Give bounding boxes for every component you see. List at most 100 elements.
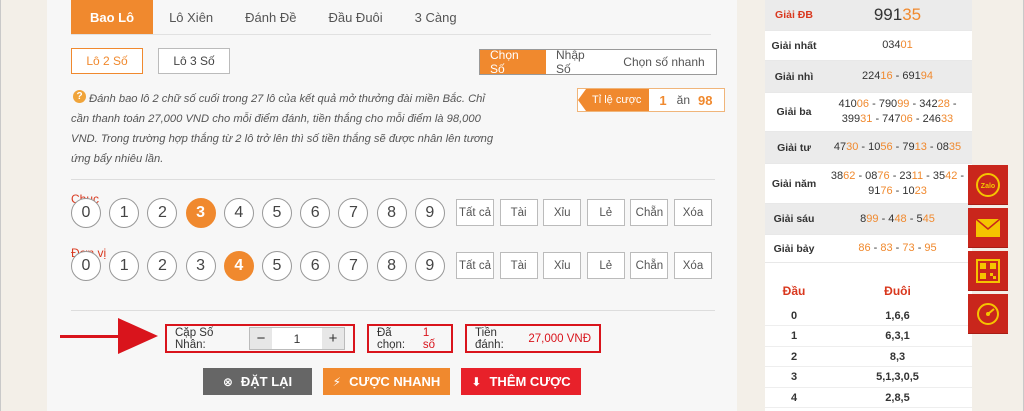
prize-digits: - 342	[909, 98, 938, 110]
nhap-so-button[interactable]: Nhập Số	[546, 48, 612, 76]
quick-select-button[interactable]: Chẵn	[630, 252, 669, 279]
loto-row: 3 5,1,3,0,5	[765, 368, 972, 388]
prize-digits: - 79	[892, 141, 915, 153]
multiplier-input[interactable]: 1	[272, 332, 322, 346]
divider	[71, 310, 715, 311]
digit-button[interactable]: 0	[71, 198, 101, 228]
prize-digits-highlight: 94	[920, 70, 933, 82]
chon-so-nhanh-button[interactable]: Chọn số nhanh	[612, 50, 716, 74]
quick-select-button[interactable]: Tài	[499, 199, 538, 226]
digit-button[interactable]: 8	[376, 251, 407, 281]
prize-digits: 91	[868, 184, 881, 197]
loto-tail-digits: 2,8,5	[885, 391, 910, 404]
quick-select-button[interactable]: Tất cả	[456, 199, 494, 226]
digit-button[interactable]: 5	[262, 251, 292, 281]
prize-digits-highlight: 31	[860, 113, 873, 125]
digit-button[interactable]: 9	[414, 251, 445, 281]
prize-digits-highlight: 11	[911, 169, 924, 182]
lightning-icon: ⚡	[332, 374, 342, 389]
quick-select-button[interactable]: Xóa	[674, 199, 712, 226]
prize-digits: 224	[862, 70, 881, 82]
prize-digits-highlight: 33	[940, 113, 954, 125]
zalo-icon: Zalo	[976, 172, 1000, 197]
digit-button[interactable]: 7	[338, 198, 369, 228]
qr-icon	[976, 258, 1000, 283]
loto-head-digit: 4	[790, 391, 798, 404]
digit-button[interactable]: 6	[300, 198, 331, 228]
zalo-button[interactable]: Zalo	[968, 165, 1008, 205]
chon-so-button[interactable]: Chọn Số	[480, 48, 546, 76]
quick-select-button[interactable]: Chẵn	[630, 199, 669, 226]
prize-line: 22416 - 69194	[823, 69, 972, 84]
quick-select-button[interactable]: Xỉu	[543, 252, 582, 279]
tab-3-cang[interactable]: 3 Càng	[399, 0, 473, 34]
svg-text:Zalo: Zalo	[981, 183, 995, 190]
prize-name: Giải ĐB	[775, 9, 813, 21]
speed-button[interactable]	[968, 294, 1008, 334]
tab-lo-xien[interactable]: Lô Xiên	[153, 0, 229, 34]
quick-select-button[interactable]: Xỉu	[543, 199, 582, 226]
digit-button[interactable]: 8	[376, 198, 407, 228]
digit-button[interactable]: 2	[147, 251, 178, 281]
quick-bet-button[interactable]: ⚡ CƯỢC NHANH	[323, 368, 450, 395]
prize-digits: - 08	[926, 141, 949, 153]
reset-button[interactable]: ⊗ ĐẶT LẠI	[203, 368, 312, 395]
loto-row: 1 6,3,1	[765, 327, 972, 347]
digit-button[interactable]: 2	[147, 198, 178, 228]
digit-button[interactable]: 1	[109, 251, 140, 281]
loto-row: 0 1,6,6	[765, 306, 972, 326]
digit-button[interactable]: 5	[262, 198, 292, 228]
loto-head-digit: 3	[790, 371, 798, 383]
loto-head-duoi: Đuôi	[884, 284, 911, 298]
quick-select-button[interactable]: Lẻ	[586, 252, 625, 279]
prize-digits: 38	[830, 169, 844, 182]
loto-row: 2 8,3	[765, 347, 972, 367]
reset-label: ĐẶT LẠI	[240, 374, 293, 389]
tab-bao-lo[interactable]: Bao Lô	[71, 0, 154, 34]
digit-button[interactable]: 4	[223, 198, 254, 228]
digit-button[interactable]: 3	[185, 251, 216, 281]
prize-digits: 410	[838, 98, 857, 110]
tab-dau-duoi[interactable]: Đầu Đuôi	[312, 0, 398, 34]
amount-box: Tiền đánh: 27,000 VNĐ	[465, 324, 601, 353]
prize-digits-highlight: 42	[945, 169, 958, 182]
digit-button[interactable]: 1	[109, 198, 140, 228]
prize-line: 9176 - 1023	[823, 184, 972, 199]
add-bet-button[interactable]: ⬇ THÊM CƯỢC	[461, 368, 581, 395]
qr-button[interactable]	[968, 251, 1008, 291]
tab-danh-de[interactable]: Đánh Đề	[229, 0, 312, 34]
add-bet-label: THÊM CƯỢC	[489, 374, 571, 389]
loto-row: 4 2,8,5	[765, 388, 972, 408]
prize-digits-highlight: 01	[900, 39, 913, 51]
increase-button[interactable]: +	[322, 328, 344, 349]
odds-bet: 1	[659, 92, 667, 108]
prize-digits-highlight: 23	[914, 184, 927, 197]
decrease-button[interactable]: −	[250, 328, 272, 349]
result-row: Giải tư 4730 - 1056 - 7913 - 0835	[765, 132, 972, 164]
digit-button[interactable]: 7	[338, 251, 369, 281]
input-mode-selector: Chọn Số Nhập Số Chọn số nhanh	[479, 48, 717, 76]
result-row: Giải năm 3862 - 0876 - 2311 - 3542 -9176 …	[765, 164, 972, 204]
quick-select-button[interactable]: Tài	[499, 252, 538, 279]
digit-button[interactable]: 6	[300, 251, 331, 281]
digit-button[interactable]: 9	[414, 198, 445, 228]
prize-numbers: 4730 - 1056 - 7913 - 0835	[823, 140, 972, 155]
chosen-count-box: Đã chọn: 1 số	[367, 324, 453, 353]
prize-digits-highlight: 28	[937, 98, 950, 110]
prize-digits: 399	[841, 113, 861, 125]
lo-2-so-button[interactable]: Lô 2 Số	[71, 48, 143, 74]
digit-button[interactable]: 3	[185, 198, 216, 228]
prize-line: 39931 - 74706 - 24633	[823, 112, 972, 127]
lo-3-so-button[interactable]: Lô 3 Số	[158, 48, 230, 74]
prize-digits-highlight: 95	[924, 242, 937, 254]
quick-select-button[interactable]: Xóa	[674, 252, 712, 279]
digit-button[interactable]: 4	[223, 251, 254, 281]
quick-select-button[interactable]: Tất cả	[456, 252, 494, 279]
prize-digits: - 747	[872, 113, 901, 125]
loto-head-dau: Đầu	[782, 284, 806, 298]
prize-digits: - 10	[892, 184, 915, 197]
quick-select-button[interactable]: Lẻ	[586, 199, 625, 226]
digit-button[interactable]: 0	[71, 251, 101, 281]
mail-button[interactable]	[968, 208, 1008, 248]
prize-digits-highlight: 48	[894, 212, 907, 225]
